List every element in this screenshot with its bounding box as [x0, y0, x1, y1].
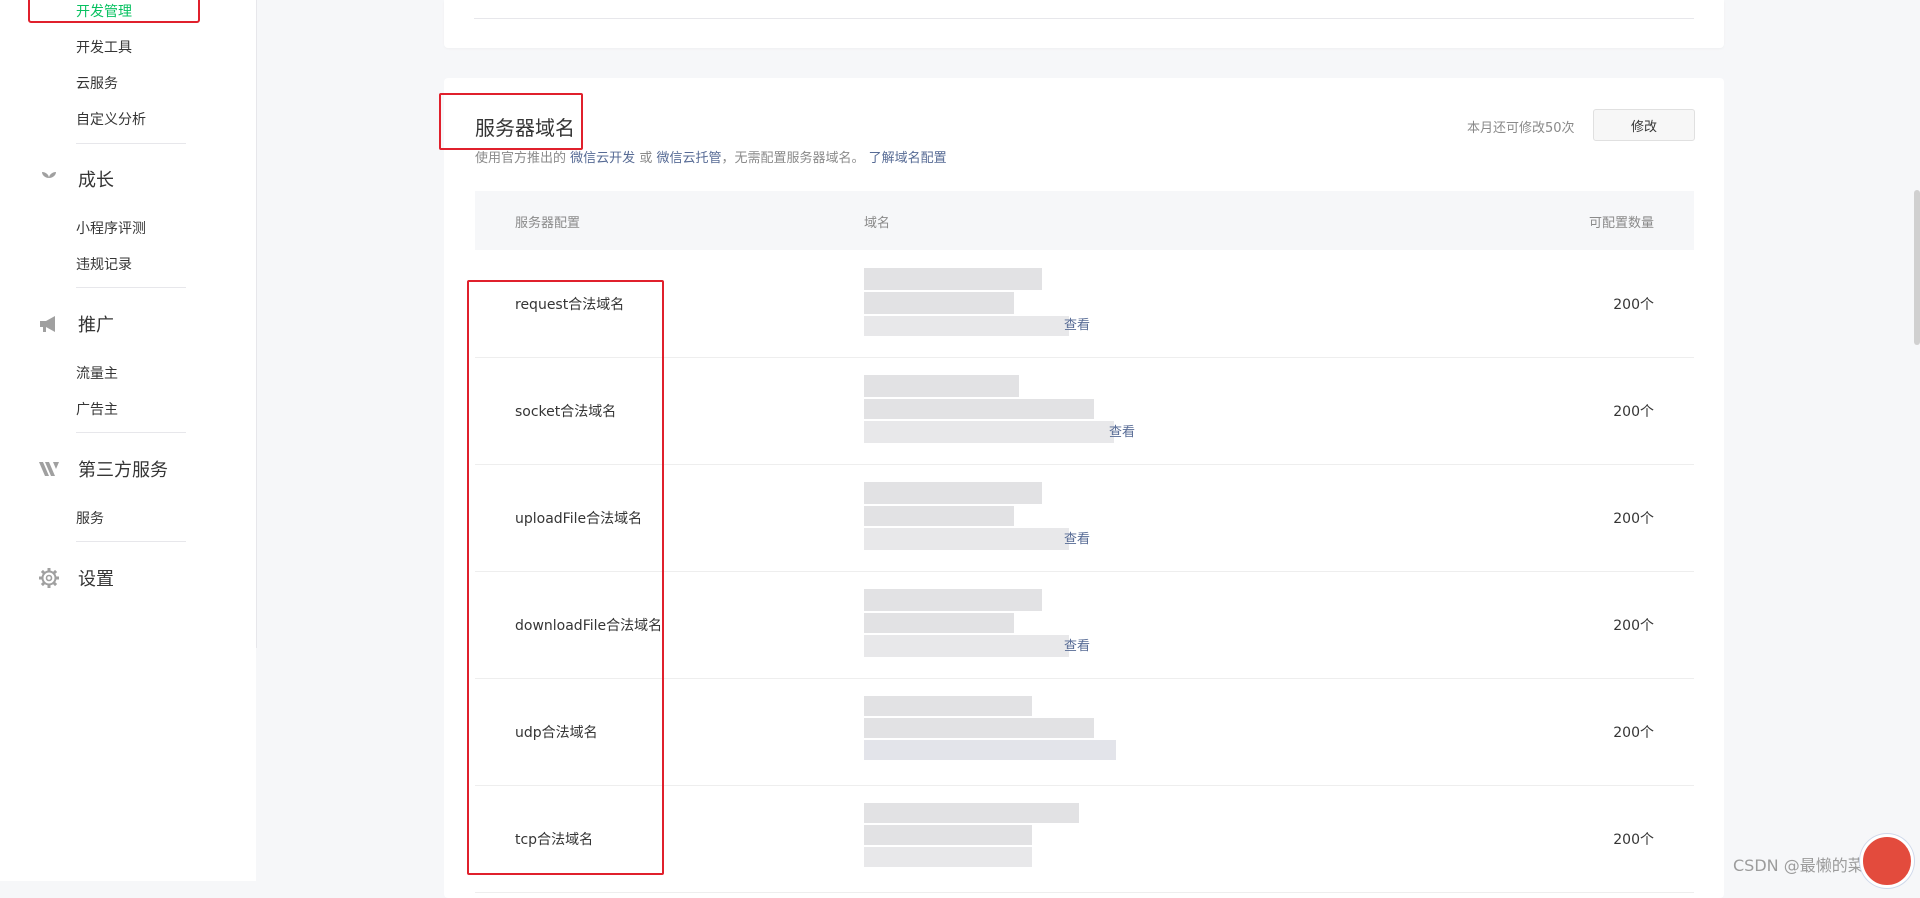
domain-list-blurred — [864, 589, 1094, 661]
sidebar-item-evaluation[interactable]: 小程序评测 — [76, 218, 146, 238]
annotation-box-nav — [28, 0, 200, 23]
sidebar-divider — [76, 287, 186, 288]
sidebar-group-label: 推广 — [78, 315, 114, 336]
domain-list-blurred — [864, 482, 1094, 554]
sidebar-divider — [76, 432, 186, 433]
domain-list-blurred — [864, 268, 1094, 340]
sidebar-group-label: 设置 — [78, 569, 114, 590]
column-header-count: 可配置数量 — [1588, 216, 1654, 231]
sidebar-item-dev-tools[interactable]: 开发工具 — [76, 37, 132, 57]
megaphone-icon — [38, 313, 60, 335]
gear-icon — [38, 567, 60, 589]
sidebar-group-third-party[interactable]: 第三方服务 — [38, 456, 168, 482]
sidebar-divider — [76, 541, 186, 542]
sidebar-group-promotion[interactable]: 推广 — [38, 311, 114, 337]
link-learn-domain-config[interactable]: 了解域名配置 — [869, 151, 947, 166]
sidebar-group-settings[interactable]: 设置 — [38, 565, 114, 591]
sidebar-border — [256, 0, 257, 648]
leaf-icon — [38, 168, 60, 190]
sidebar: 开发管理 开发工具 云服务 自定义分析 成长 小程序评测 违规记录 推广 流量主… — [0, 0, 256, 881]
link-cloud-dev[interactable]: 微信云开发 — [570, 151, 635, 166]
row-count: 200个 — [1613, 404, 1654, 420]
row-count: 200个 — [1613, 725, 1654, 741]
table-header: 服务器配置 域名 可配置数量 — [475, 191, 1694, 250]
modify-button[interactable]: 修改 — [1593, 109, 1695, 141]
column-header-config: 服务器配置 — [515, 216, 581, 231]
sidebar-item-custom-analysis[interactable]: 自定义分析 — [76, 109, 146, 129]
modify-quota-text: 本月还可修改50次 — [1467, 121, 1575, 136]
column-header-domain: 域名 — [864, 216, 891, 231]
sidebar-group-growth[interactable]: 成长 — [38, 166, 114, 192]
row-count: 200个 — [1613, 618, 1654, 634]
annotation-box-config-column — [467, 280, 664, 875]
mascot-avatar-icon — [1860, 834, 1914, 888]
sidebar-item-advertiser[interactable]: 广告主 — [76, 399, 118, 419]
sidebar-item-cloud-service[interactable]: 云服务 — [76, 73, 118, 93]
row-count: 200个 — [1613, 511, 1654, 527]
sidebar-item-violations[interactable]: 违规记录 — [76, 254, 132, 274]
watermark: CSDN @最懒的菜鸟 — [1733, 856, 1880, 875]
view-link[interactable]: 查看 — [1064, 635, 1090, 654]
view-link[interactable]: 查看 — [1064, 528, 1090, 547]
third-party-icon — [38, 458, 60, 480]
sidebar-group-label: 第三方服务 — [78, 460, 168, 481]
link-cloud-hosting[interactable]: 微信云托管 — [656, 151, 721, 166]
domain-list-blurred — [864, 803, 1094, 875]
sidebar-group-label: 成长 — [78, 170, 114, 191]
domain-list-blurred — [864, 696, 1116, 768]
vertical-scrollbar[interactable] — [1914, 190, 1920, 345]
domain-list-blurred — [864, 375, 1114, 447]
sidebar-item-traffic-owner[interactable]: 流量主 — [76, 363, 118, 383]
previous-section-card — [444, 0, 1724, 48]
sidebar-divider — [76, 143, 186, 144]
row-count: 200个 — [1613, 297, 1654, 313]
view-link[interactable]: 查看 — [1064, 314, 1090, 333]
view-link[interactable]: 查看 — [1109, 421, 1135, 440]
sidebar-item-service[interactable]: 服务 — [76, 508, 104, 528]
row-count: 200个 — [1613, 832, 1654, 848]
annotation-box-title — [439, 93, 583, 150]
